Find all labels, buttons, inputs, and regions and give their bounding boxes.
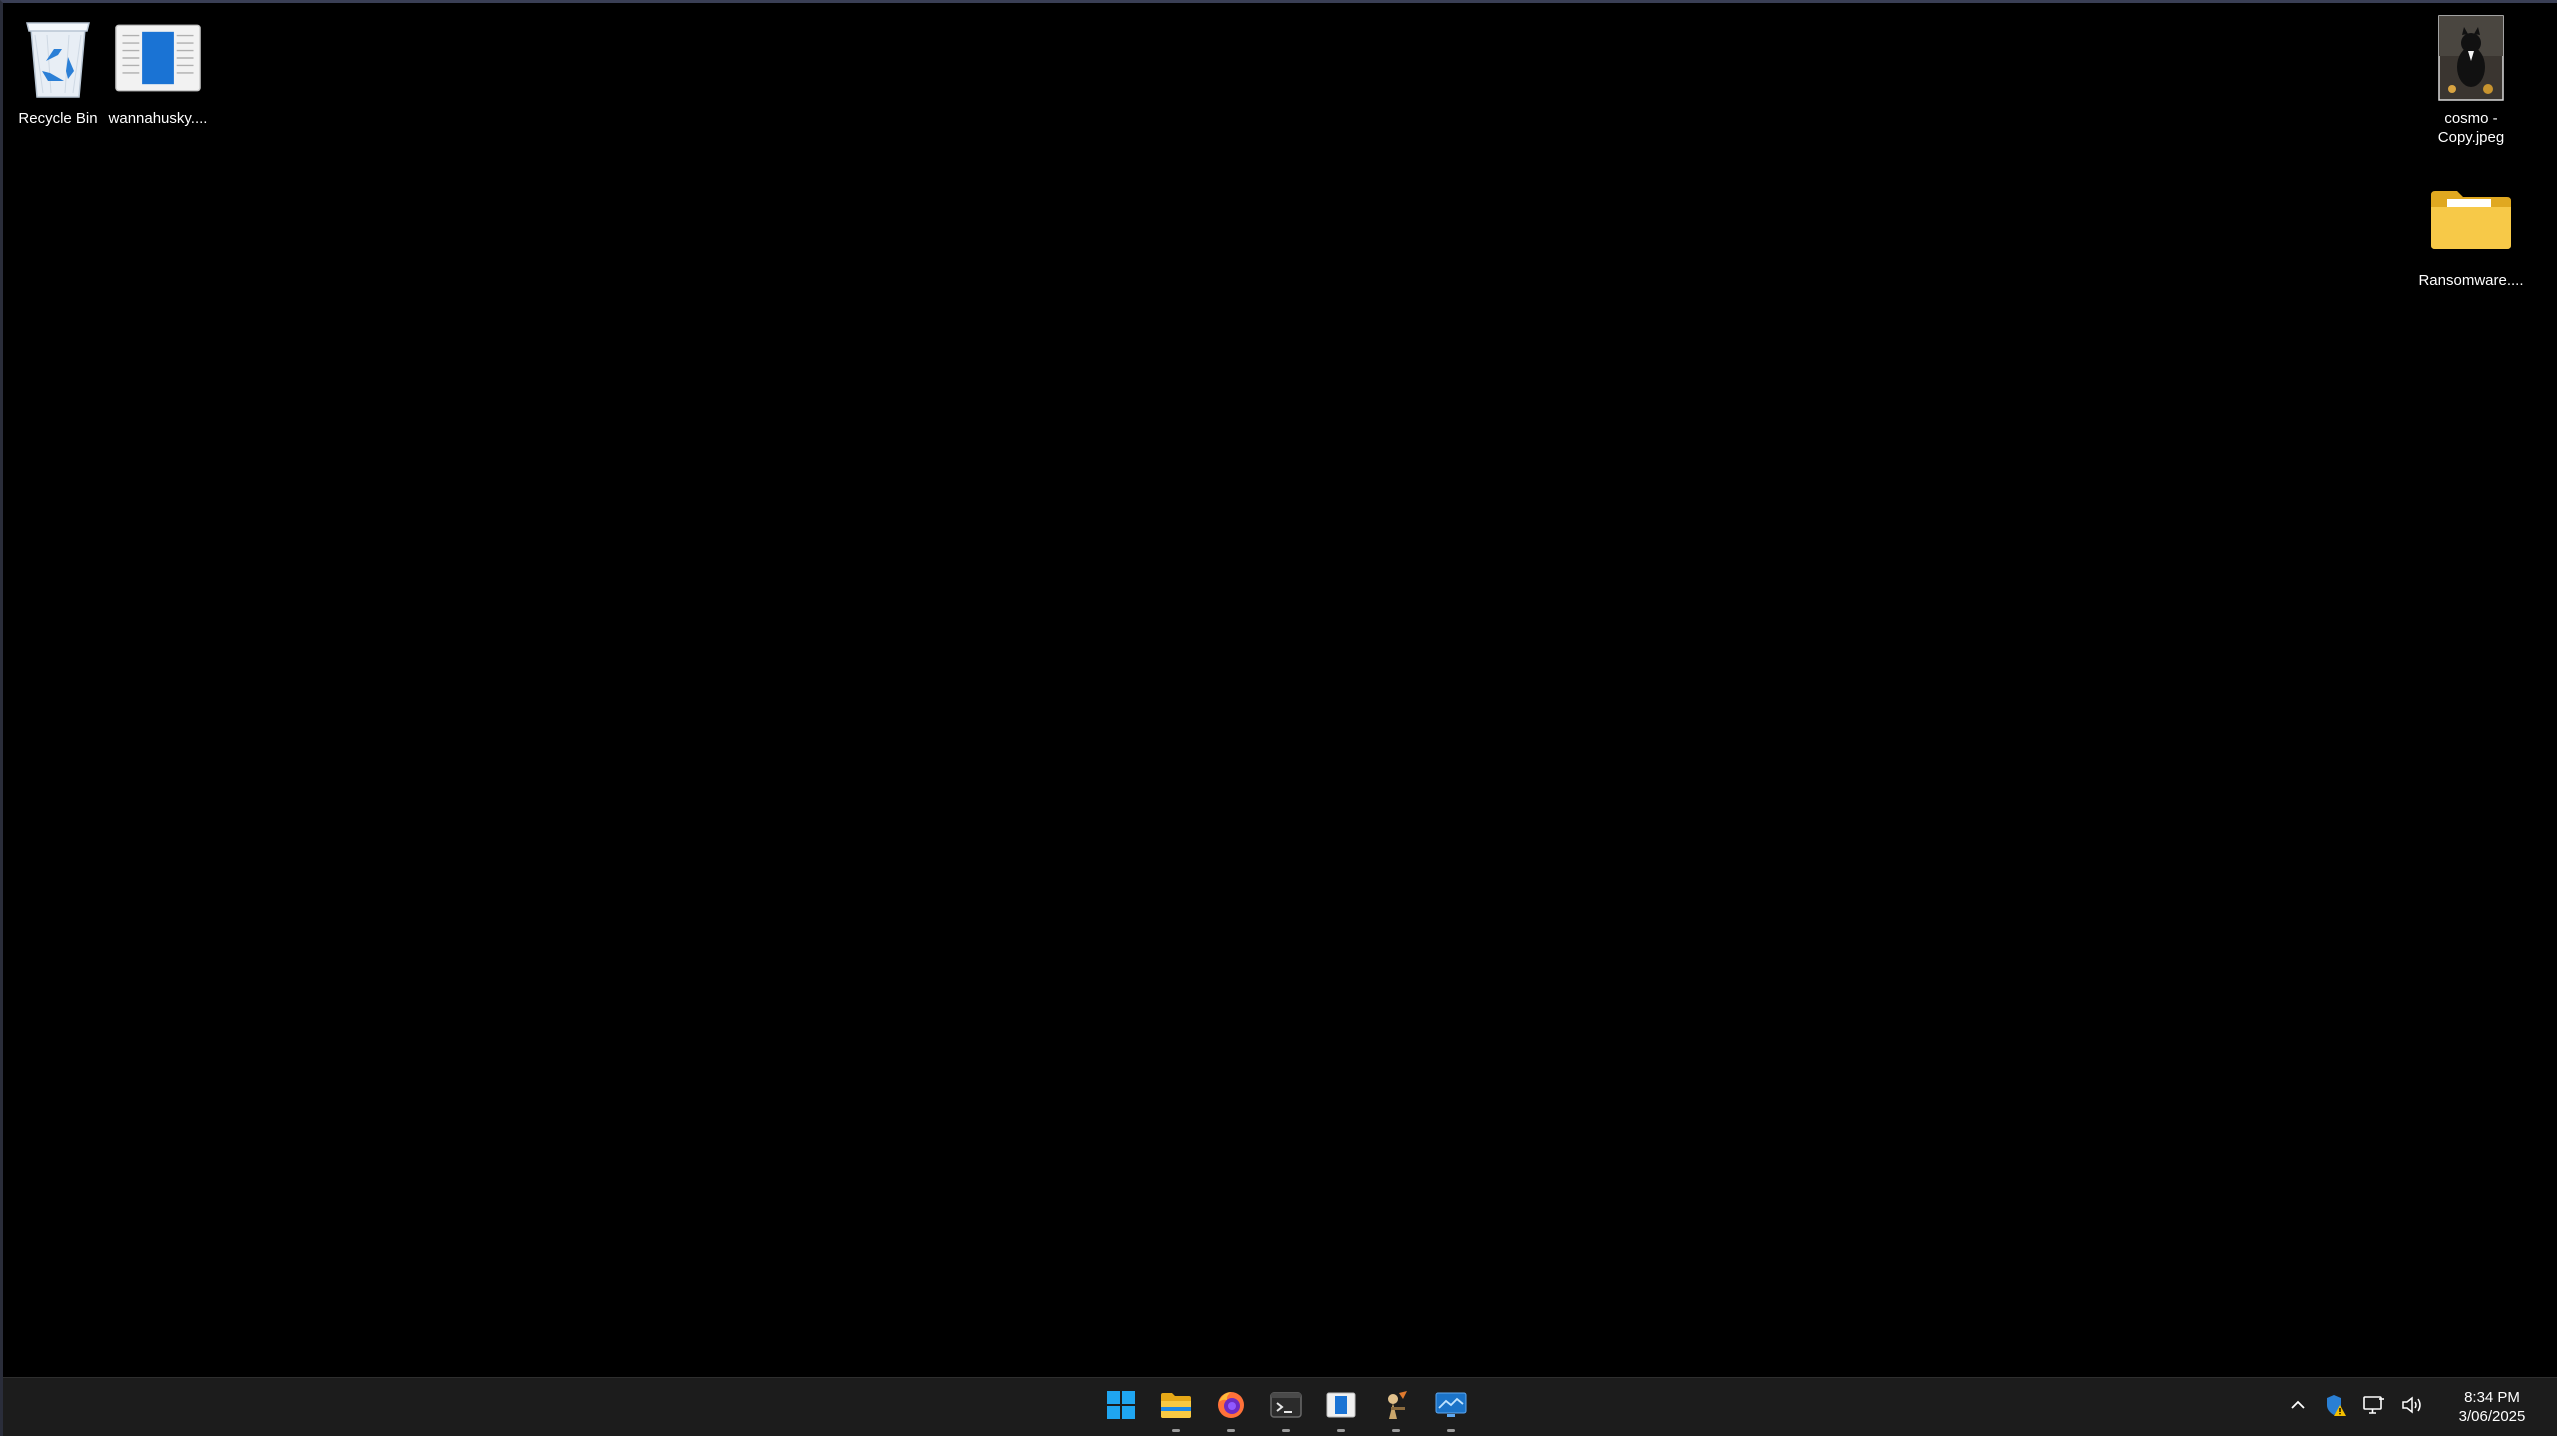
image-thumbnail-icon (2428, 13, 2514, 103)
desktop-icon-label: cosmo - Copy.jpeg (2437, 110, 2505, 146)
running-indicator (1391, 1429, 1400, 1432)
security-warning-icon (2325, 1393, 2347, 1422)
desktop-screen: Recycle Bin wannahusky.... cosmo - Copy.… (0, 0, 2557, 1436)
show-hidden-icons-button[interactable] (2279, 1387, 2317, 1427)
remote-desktop-icon (1435, 1392, 1467, 1423)
tool-app-icon (1381, 1389, 1411, 1426)
windows-start-icon (1106, 1390, 1136, 1425)
desktop-icon-cosmo-copy[interactable]: cosmo - Copy.jpeg (2416, 13, 2526, 147)
desktop-area[interactable]: Recycle Bin wannahusky.... cosmo - Copy.… (3, 3, 2557, 1378)
terminal-icon (1269, 1391, 1302, 1423)
desktop-icon-wannahusky[interactable]: wannahusky.... (103, 13, 213, 128)
running-indicator (1446, 1429, 1455, 1432)
start-button[interactable] (1093, 1380, 1148, 1434)
document-icon (115, 13, 201, 103)
running-indicator (1171, 1429, 1180, 1432)
desktop-icon-label: Recycle Bin (18, 110, 98, 127)
desktop-icon-label: Ransomware.... (2418, 272, 2524, 289)
running-indicator (1281, 1429, 1290, 1432)
taskbar-terminal[interactable] (1258, 1380, 1313, 1434)
taskbar-file-explorer[interactable] (1148, 1380, 1203, 1434)
clock-date: 3/06/2025 (2458, 1408, 2526, 1425)
volume-button[interactable] (2393, 1387, 2431, 1427)
recycle-bin-icon (15, 13, 101, 103)
file-explorer-icon (1160, 1391, 1192, 1424)
volume-icon (2401, 1395, 2423, 1420)
taskbar-remote-desktop[interactable] (1423, 1380, 1478, 1434)
running-indicator (1336, 1429, 1345, 1432)
security-tray-button[interactable] (2317, 1387, 2355, 1427)
network-icon (2363, 1395, 2385, 1420)
desktop-icon-label: wannahusky.... (108, 110, 208, 127)
taskbar-tool-app[interactable] (1368, 1380, 1423, 1434)
taskbar-apps (1093, 1378, 1478, 1436)
clock-time: 8:34 PM (2464, 1389, 2520, 1406)
taskbar: 8:34 PM 3/06/2025 (3, 1377, 2557, 1436)
document-app-icon (1326, 1392, 1356, 1423)
desktop-icon-recycle-bin[interactable]: Recycle Bin (3, 13, 113, 128)
network-button[interactable] (2355, 1387, 2393, 1427)
taskbar-firefox[interactable] (1203, 1380, 1258, 1434)
taskbar-document-app[interactable] (1313, 1380, 1368, 1434)
firefox-icon (1216, 1390, 1246, 1425)
folder-icon (2428, 175, 2514, 265)
chevron-up-icon (2290, 1398, 2306, 1416)
clock-button[interactable]: 8:34 PM 3/06/2025 (2437, 1388, 2547, 1426)
system-tray: 8:34 PM 3/06/2025 (2279, 1378, 2557, 1436)
desktop-icon-ransomware-folder[interactable]: Ransomware.... (2416, 175, 2526, 290)
running-indicator (1226, 1429, 1235, 1432)
